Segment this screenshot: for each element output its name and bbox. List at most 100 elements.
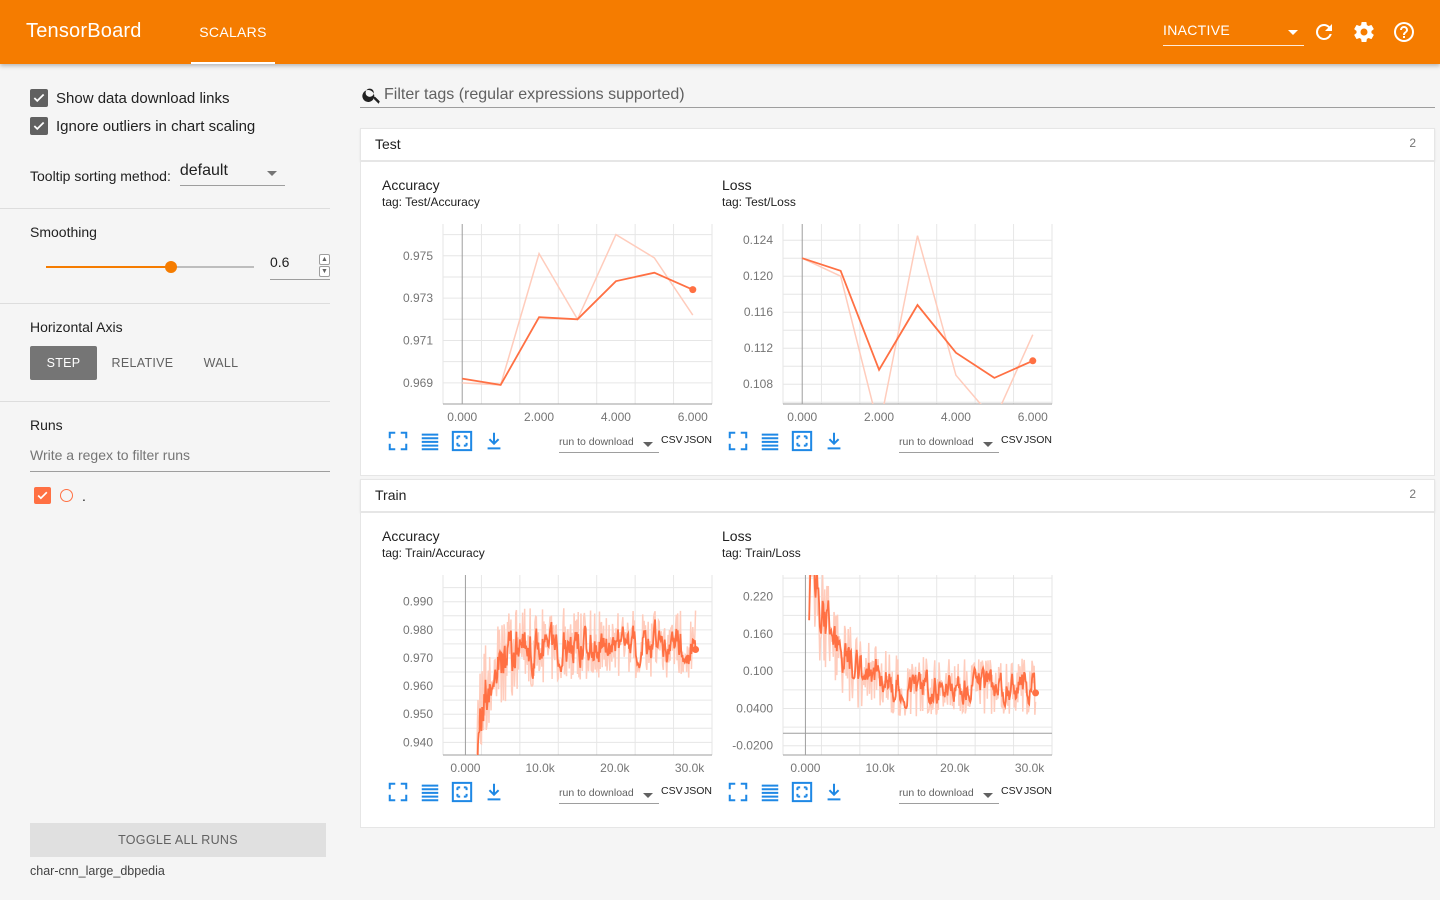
toggle-all-runs-button[interactable]: TOGGLE ALL RUNS (30, 823, 326, 857)
json-download-link[interactable]: JSON (1024, 785, 1052, 797)
x-tick-label: 20.0k (600, 761, 630, 773)
spin-down-icon[interactable]: ▼ (319, 266, 330, 277)
csv-download-link[interactable]: CSV (1001, 785, 1023, 797)
y-tick-label: 0.0400 (736, 701, 773, 715)
logdir-label: char-cnn_large_dbpedia (30, 864, 165, 878)
axis-relative-button[interactable]: RELATIVE (105, 346, 180, 380)
divider (0, 401, 330, 402)
fullscreen-icon[interactable] (727, 781, 749, 803)
x-tick-label: 0.000 (450, 761, 480, 773)
chart-plot[interactable]: 0.940 0.950 0.960 0.970 0.980 0.990 0.000 10.0k… (361, 513, 721, 773)
x-tick-label: 20.0k (940, 761, 970, 773)
runs-filter-input[interactable]: Write a regex to filter runs (30, 447, 330, 472)
fullscreen-icon[interactable] (727, 430, 749, 452)
chart-plot[interactable]: 0.108 0.112 0.116 0.120 0.124 0.000 2.000 4.000… (701, 162, 1061, 422)
download-icon[interactable] (483, 430, 505, 452)
smoothing-slider-knob[interactable] (164, 261, 177, 273)
y-log-scale-icon[interactable] (759, 781, 781, 803)
sidebar: Show data download links Ignore outliers… (0, 64, 360, 900)
fit-domain-icon[interactable] (791, 781, 813, 803)
tag-filter-input[interactable]: Filter tags (regular expressions support… (360, 82, 1435, 108)
gear-icon[interactable] (1352, 20, 1376, 44)
chevron-down-icon (266, 171, 277, 176)
y-tick-label: 0.116 (744, 305, 773, 319)
horizontal-axis-title: Horizontal Axis (30, 319, 123, 335)
category-body-test: Accuracy tag: Test/Accuracy 0.969 0.971 0.97… (360, 161, 1435, 476)
run-to-download-dropdown[interactable]: run to download (559, 784, 659, 804)
category-header-test[interactable]: Test 2 (360, 128, 1435, 161)
x-tick-label: 2.000 (864, 410, 894, 422)
fit-domain-icon[interactable] (451, 430, 473, 452)
y-tick-label: 0.124 (743, 233, 773, 247)
x-tick-label: 0.000 (790, 761, 820, 773)
run-to-download-dropdown[interactable]: run to download (899, 433, 999, 453)
category-name: Train (375, 487, 407, 503)
x-tick-label: 4.000 (601, 410, 631, 422)
csv-download-link[interactable]: CSV (661, 434, 683, 446)
scalar-card: Loss tag: Train/Loss -0.0200 0.0400 0.100 0.1… (701, 513, 1053, 804)
scalar-card: Loss tag: Test/Loss 0.108 0.112 0.116 0.120 0.… (701, 162, 1053, 453)
tag-filter-placeholder: Filter tags (regular expressions support… (384, 86, 685, 103)
ignore-outliers-checkbox[interactable]: Ignore outliers in chart scaling (30, 117, 255, 135)
x-tick-label: 6.000 (1018, 410, 1048, 422)
smoothing-slider[interactable] (46, 261, 254, 273)
y-tick-label: 0.950 (403, 707, 433, 721)
smoothing-slider-fill (46, 266, 171, 268)
tab-scalars[interactable]: SCALARS (191, 0, 275, 64)
chevron-down-icon (643, 442, 653, 447)
download-icon[interactable] (823, 781, 845, 803)
scalar-card: Accuracy tag: Test/Accuracy 0.969 0.971 0.97… (361, 162, 713, 453)
tooltip-sorting-dropdown[interactable]: default (179, 162, 285, 186)
x-tick-label: 2.000 (524, 410, 554, 422)
run-to-download-label: run to download (899, 787, 974, 799)
x-tick-label: 10.0k (865, 761, 895, 773)
smoothing-value-input[interactable]: 0.6 ▲ ▼ (270, 254, 330, 280)
run-checkbox[interactable] (34, 487, 51, 504)
checkbox-checked-icon (30, 117, 48, 135)
json-download-link[interactable]: JSON (1024, 434, 1052, 446)
run-item[interactable]: . (34, 487, 86, 504)
y-log-scale-icon[interactable] (419, 430, 441, 452)
chevron-down-icon (983, 793, 993, 798)
download-icon[interactable] (483, 781, 505, 803)
run-to-download-label: run to download (899, 436, 974, 448)
category-header-train[interactable]: Train 2 (360, 479, 1435, 512)
run-name: . (82, 487, 86, 504)
csv-download-link[interactable]: CSV (661, 785, 683, 797)
last-point-marker (1032, 689, 1040, 697)
y-log-scale-icon[interactable] (759, 430, 781, 452)
fullscreen-icon[interactable] (387, 430, 409, 452)
x-tick-label: 0.000 (447, 410, 477, 422)
y-tick-label: 0.990 (403, 595, 433, 609)
chart-plot[interactable]: 0.9690.9710.9730.9750.000 2.000 4.000 6.000 (361, 162, 721, 422)
csv-download-link[interactable]: CSV (1001, 434, 1023, 446)
show-download-links-checkbox[interactable]: Show data download links (30, 89, 229, 107)
category-count: 2 (1409, 487, 1416, 501)
y-tick-label: 0.160 (743, 627, 773, 641)
y-tick-label: 0.112 (744, 341, 773, 355)
run-to-download-label: run to download (559, 787, 634, 799)
axis-step-button[interactable]: STEP (30, 346, 97, 380)
smoothing-value: 0.6 (270, 254, 290, 270)
x-tick-label: 10.0k (525, 761, 555, 773)
y-tick-label: 0.971 (403, 333, 433, 347)
fit-domain-icon[interactable] (791, 430, 813, 452)
run-to-download-dropdown[interactable]: run to download (559, 433, 659, 453)
help-icon[interactable] (1392, 20, 1416, 44)
download-icon[interactable] (823, 430, 845, 452)
y-log-scale-icon[interactable] (419, 781, 441, 803)
spin-up-icon[interactable]: ▲ (319, 254, 330, 265)
reload-icon[interactable] (1312, 20, 1336, 44)
tooltip-sorting-row: Tooltip sorting method: default (30, 162, 285, 186)
axis-wall-button[interactable]: WALL (192, 346, 250, 380)
chart-plot[interactable]: -0.0200 0.0400 0.100 0.160 0.220 0.000 10.0k 20… (701, 513, 1061, 773)
fit-domain-icon[interactable] (451, 781, 473, 803)
y-tick-label: 0.100 (743, 664, 773, 678)
status-value: INACTIVE (1163, 22, 1230, 38)
run-color-radio[interactable] (60, 489, 73, 502)
status-dropdown[interactable]: INACTIVE (1163, 22, 1304, 46)
fullscreen-icon[interactable] (387, 781, 409, 803)
y-tick-label: 0.970 (403, 651, 433, 665)
y-tick-label: 0.940 (403, 735, 433, 749)
run-to-download-dropdown[interactable]: run to download (899, 784, 999, 804)
